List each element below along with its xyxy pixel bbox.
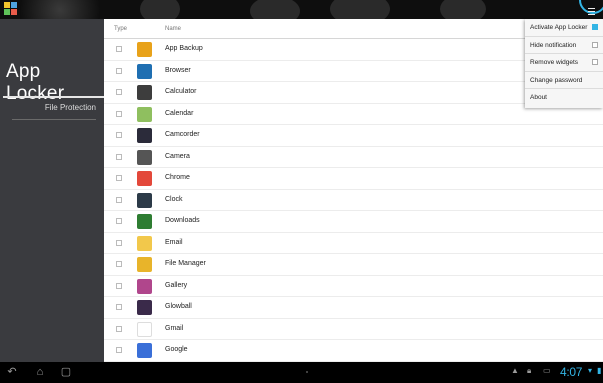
lock-checkbox[interactable] [116,282,122,289]
lock-checkbox[interactable] [116,89,122,95]
list-item[interactable]: Clock [104,190,603,211]
app-name: Calculator [165,88,197,95]
menu-checkbox[interactable] [592,59,598,66]
menu-item-label: Activate App Locker [530,24,588,31]
lock-checkbox[interactable] [116,261,122,267]
clock[interactable]: 4:07 [560,365,582,379]
app-name: Email [165,238,183,246]
lock-checkbox[interactable] [116,110,122,117]
column-header-type[interactable]: Type [114,26,127,32]
app-name: Gmail [165,324,184,332]
google-icon [137,343,152,358]
menu-item-remove-widgets[interactable]: Remove widgets [525,54,603,72]
list-item[interactable]: Camera [104,147,603,168]
menu-item-hide-notification[interactable]: Hide notification [525,37,603,55]
lock-checkbox[interactable] [116,347,122,353]
list-item[interactable]: Google [104,340,603,362]
app-name: App Backup [165,45,203,52]
lock-checkbox[interactable] [116,218,122,224]
back-icon[interactable]: ↶ [5,365,19,379]
list-item[interactable]: Gmail [104,319,603,340]
app-name: Downloads [165,217,200,224]
lock-checkbox[interactable] [116,46,122,52]
menu-item-label: About [530,94,547,102]
overflow-menu-button[interactable] [579,0,603,19]
wallpaper-decoration [330,0,390,19]
storage-icon: ▭ [543,366,551,375]
warning-icon: ▲ [511,366,519,375]
lock-checkbox[interactable] [116,175,122,181]
gallery-icon [137,278,152,294]
indicator-dot [306,371,308,373]
app-name: Chrome [165,174,190,181]
app-name: Calendar [165,109,194,117]
menu-item-change-password[interactable]: Change password [525,72,603,90]
lock-checkbox[interactable] [116,132,122,138]
list-item[interactable]: Gallery [104,276,603,297]
list-item[interactable]: File Manager [104,254,603,276]
glowball-icon [137,300,152,315]
menu-icon [588,8,595,17]
downloads-icon [137,214,152,229]
system-navigation-bar: ↶ ⌂ ▢ ▲ 🔒︎ ▭ 4:07 ▾ ▮ [0,362,603,383]
app-name: Gallery [165,281,188,289]
calendar-icon [137,106,152,122]
camera-icon [137,149,152,165]
list-item[interactable]: Camcorder [104,125,603,147]
lock-checkbox[interactable] [116,196,122,203]
menu-item-activate-app-locker[interactable]: Activate App Locker [525,19,603,37]
sidebar-title[interactable]: App Locker [6,61,104,105]
menu-item-label: Change password [530,76,583,84]
list-item[interactable]: Chrome [104,168,603,190]
sidebar-selected-indicator [3,96,104,98]
wallpaper-decoration [250,0,300,19]
file-manager-icon [137,257,152,272]
camcorder-icon [137,128,152,143]
lock-icon: 🔒︎ [527,366,532,375]
lock-checkbox[interactable] [116,304,122,310]
lock-checkbox[interactable] [116,153,122,160]
menu-item-label: Hide notification [530,41,577,49]
app-locker-logo-icon[interactable] [4,2,18,17]
calculator-icon [137,85,152,100]
menu-item-about[interactable]: About [525,89,603,107]
action-bar [0,0,603,19]
divider [12,119,96,120]
app-name: Google [165,346,188,353]
recent-apps-icon[interactable]: ▢ [59,365,73,379]
overflow-menu: Activate App Locker Hide notification Remo… [525,19,603,108]
lock-checkbox[interactable] [116,67,122,74]
chrome-icon [137,171,152,186]
list-item[interactable]: Downloads [104,211,603,233]
email-icon [137,235,152,251]
gmail-icon [137,321,152,337]
battery-icon: ▮ [597,366,602,375]
lock-checkbox[interactable] [116,325,122,332]
menu-checkbox[interactable] [592,41,598,48]
wifi-icon: ▾ [588,366,593,375]
wallpaper-decoration [140,0,180,19]
column-header-name[interactable]: Name [165,26,181,32]
app-name: Glowball [165,303,192,310]
app-backup-icon [137,42,152,57]
list-item[interactable]: Email [104,233,603,254]
app-name: Camera [165,152,190,160]
home-icon[interactable]: ⌂ [33,365,47,379]
app-name: Clock [165,195,183,203]
lock-checkbox[interactable] [116,239,122,246]
app-name: Browser [165,66,191,74]
app-name: File Manager [165,260,206,267]
sidebar: App Locker File Protection [0,19,104,362]
list-item[interactable]: Glowball [104,297,603,319]
wallpaper-decoration [440,0,486,19]
menu-item-label: Remove widgets [530,59,579,67]
browser-icon [137,63,152,79]
clock-icon [137,192,152,208]
app-name: Camcorder [165,131,200,138]
menu-checkbox[interactable] [592,24,598,30]
